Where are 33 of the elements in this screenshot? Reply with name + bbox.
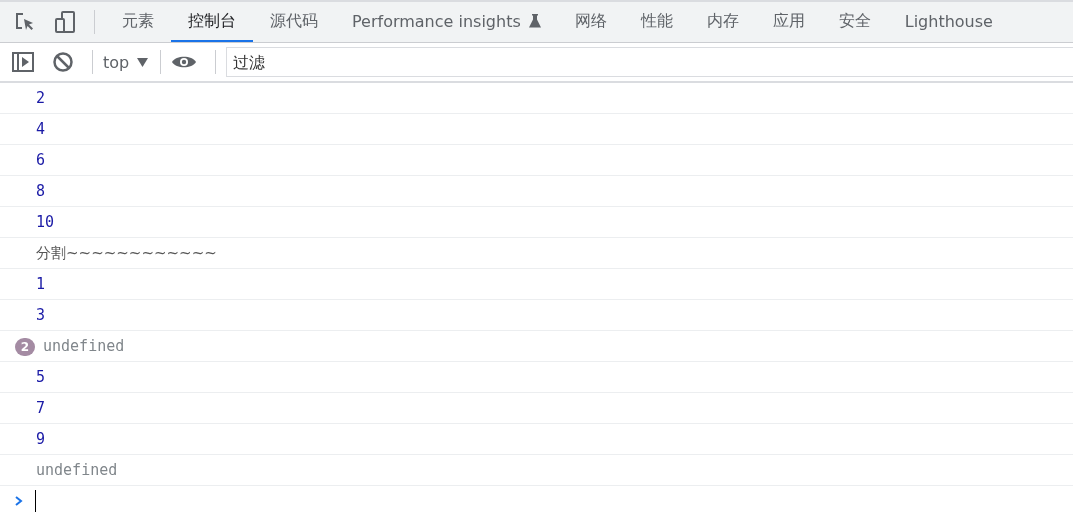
console-message: 3 [36,306,46,324]
repeat-count-badge: 2 [15,338,35,356]
console-message: 7 [36,399,46,417]
panel-tab[interactable]: 元素 [105,2,171,42]
console-message: 2 [36,89,46,107]
panel-tab[interactable]: 性能 [623,2,690,42]
sidebar-toggle-icon[interactable] [12,52,34,72]
dropdown-caret-icon [137,57,149,67]
panel-tab[interactable]: 网络 [557,2,624,42]
console-message: 1 [36,275,46,293]
console-message: undefined [36,461,118,479]
console-message: 6 [36,151,46,169]
console-message: 9 [36,430,46,448]
filter-field[interactable]: 过滤 [226,47,1073,77]
console-message: 4 [36,120,46,138]
panel-tab[interactable]: 应用 [755,2,822,42]
console-message: undefined [43,337,125,355]
context-dropdown[interactable]: top [103,52,161,72]
device-icon[interactable] [54,10,76,34]
panel-tab[interactable]: Performance insights [335,2,558,42]
panel-tab[interactable]: 源代码 [253,2,335,42]
prompt-chevron-icon [15,496,23,506]
panel-tab[interactable]: 安全 [821,2,888,42]
inspect-icon[interactable] [14,11,36,33]
clear-console-icon[interactable] [52,51,74,73]
eye-icon[interactable] [171,54,198,70]
panel-tab[interactable]: 控制台 [171,2,253,42]
console-message: 8 [36,182,46,200]
console-message: 10 [36,213,55,231]
console-message: 分割~~~~~~~~~~~~ [36,243,217,263]
console-message: 5 [36,368,46,386]
panel-tab[interactable]: Lighthouse [887,2,1010,42]
panel-tab[interactable]: 内存 [689,2,756,42]
